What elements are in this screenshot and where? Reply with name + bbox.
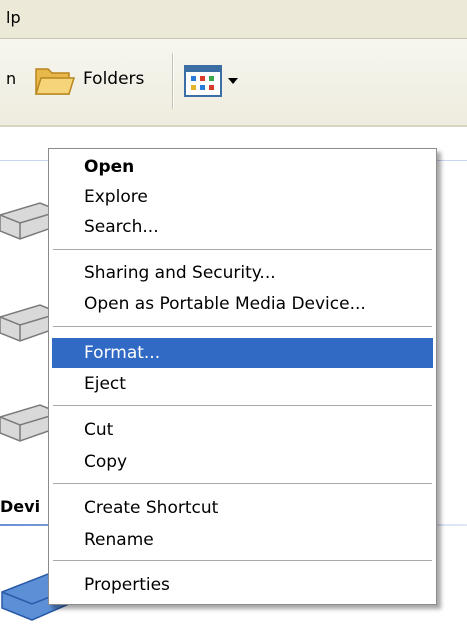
views-icon <box>184 65 222 97</box>
menu-item-eject[interactable]: Eject <box>52 369 433 399</box>
menu-help-partial[interactable]: lp <box>6 8 21 27</box>
menu-item-copy[interactable]: Copy <box>52 447 433 477</box>
menu-separator <box>53 405 432 407</box>
menu-item-format[interactable]: Format... <box>52 338 433 368</box>
menu-item-explore[interactable]: Explore <box>52 182 433 212</box>
folders-button-label: Folders <box>83 69 145 89</box>
menu-separator <box>53 483 432 485</box>
toolbar-partial-label[interactable]: n <box>6 69 16 88</box>
folder-icon <box>34 68 76 95</box>
toolbar-separator <box>172 53 174 109</box>
section-heading-partial: Devi <box>0 497 41 516</box>
menu-item-properties[interactable]: Properties <box>52 570 433 600</box>
menu-item-sharing-security[interactable]: Sharing and Security... <box>52 258 433 288</box>
toolbar: n Folders <box>0 39 467 127</box>
folders-button[interactable]: Folders <box>33 57 163 103</box>
context-menu: Open Explore Search... Sharing and Secur… <box>48 148 437 605</box>
views-button[interactable] <box>184 65 254 99</box>
menu-separator <box>53 560 432 562</box>
menu-item-cut[interactable]: Cut <box>52 415 433 445</box>
menu-item-open-portable-media[interactable]: Open as Portable Media Device... <box>52 289 433 319</box>
menu-bar: lp <box>0 0 467 39</box>
menu-item-rename[interactable]: Rename <box>52 525 433 555</box>
menu-separator <box>53 249 432 251</box>
menu-separator <box>53 326 432 328</box>
menu-item-create-shortcut[interactable]: Create Shortcut <box>52 493 433 523</box>
menu-item-search[interactable]: Search... <box>52 212 433 242</box>
chevron-down-icon <box>228 78 238 84</box>
menu-item-open[interactable]: Open <box>52 152 433 182</box>
